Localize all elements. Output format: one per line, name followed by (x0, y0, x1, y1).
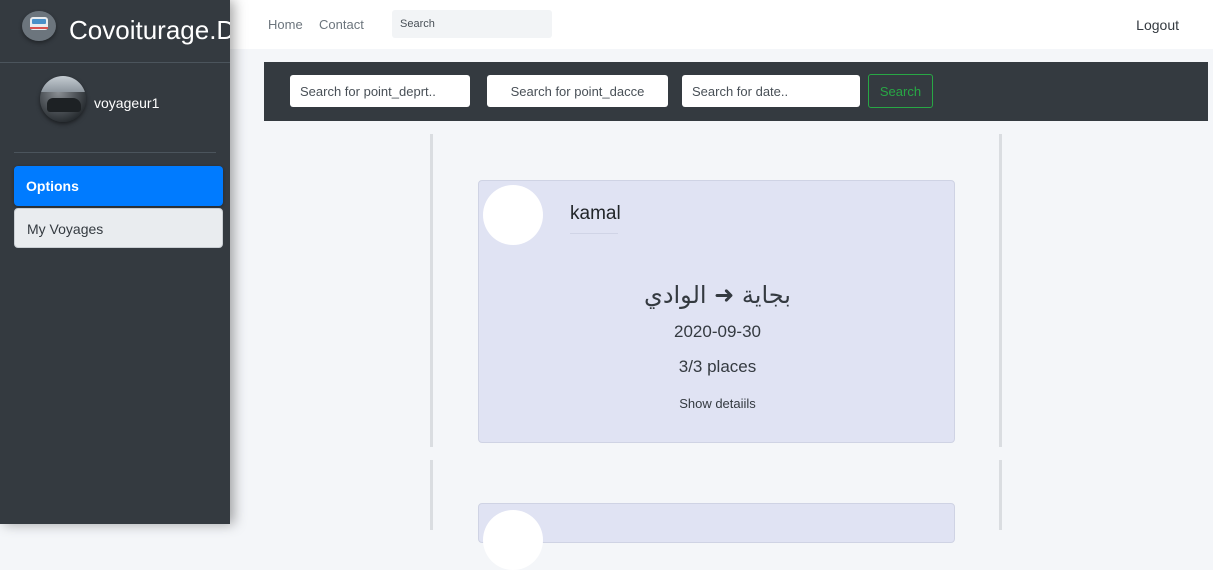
user-name[interactable]: voyageur1 (94, 94, 159, 112)
user-panel: voyageur1 (14, 62, 216, 153)
brand-link[interactable]: Covoiturage.D (0, 0, 230, 63)
voyage-card: kamal بجاية ➜ الوادي 2020-09-30 3/3 plac… (478, 180, 955, 443)
filter-bar: Search (264, 62, 1208, 121)
driver-name: kamal (570, 203, 621, 234)
nav-link-home[interactable]: Home (268, 17, 303, 32)
navbar-search-input[interactable] (392, 10, 552, 38)
top-navbar: Home Contact Logout (230, 0, 1213, 49)
avatar[interactable] (40, 76, 86, 122)
logout-link[interactable]: Logout (1136, 17, 1179, 33)
column-divider (999, 134, 1002, 447)
voyage-route: بجاية ➜ الوادي (644, 281, 791, 309)
brand-name: Covoiturage.D (69, 15, 230, 45)
voyage-card (478, 503, 955, 570)
column-divider (430, 460, 433, 530)
bus-icon (22, 11, 56, 41)
nav-link-contact[interactable]: Contact (319, 17, 364, 32)
show-details-link[interactable]: Show detaiils (479, 396, 956, 411)
arrival-search-input[interactable] (487, 75, 668, 107)
sidebar: Covoiturage.D voyageur1 Options My Voyag… (0, 0, 230, 524)
sidebar-item-options[interactable]: Options (14, 166, 223, 206)
sidebar-item-my-voyages[interactable]: My Voyages (14, 208, 223, 248)
column-divider (999, 460, 1002, 530)
driver-avatar (483, 185, 543, 245)
voyage-places: 3/3 places (678, 357, 757, 376)
driver-avatar (483, 510, 543, 570)
search-button[interactable]: Search (868, 74, 933, 108)
voyage-date: 2020-09-30 (674, 322, 761, 341)
departure-search-input[interactable] (290, 75, 470, 107)
column-divider (430, 134, 433, 447)
date-search-input[interactable] (682, 75, 860, 107)
